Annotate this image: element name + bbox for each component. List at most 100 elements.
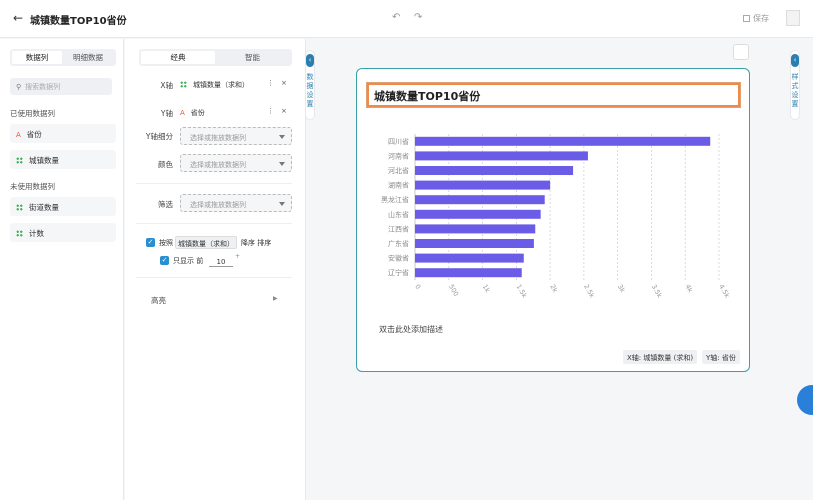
y-tick-label: 湖南省: [388, 181, 409, 190]
field-item-street-count[interactable]: 街道数量: [10, 197, 116, 216]
style-settings-tab[interactable]: ‹ 样式设置: [790, 50, 800, 120]
topn-prefix: 只显示 前: [173, 257, 204, 265]
bar: [415, 166, 574, 175]
more-icon[interactable]: [786, 10, 800, 26]
x-axis-field-pill[interactable]: 城镇数量（求和） ⋮ ×: [180, 77, 294, 92]
x-tick-label: 3k: [616, 283, 627, 294]
field-item-town-count[interactable]: 城镇数量: [10, 150, 116, 169]
tab-detail-data[interactable]: 明细数据: [62, 51, 114, 64]
chart-config-panel: 经典 智能 X轴 城镇数量（求和） ⋮ × Y轴 A 省份 ⋮ × Y轴细分 选择或拖放数…: [125, 39, 306, 500]
x-tick-label: 2k: [548, 283, 559, 294]
tab-smart[interactable]: 智能: [215, 51, 290, 64]
y-tick-label: 辽宁省: [388, 268, 409, 277]
back-arrow-icon[interactable]: ←: [13, 11, 23, 25]
y-tick-label: 广东省: [388, 239, 409, 248]
sort-order[interactable]: 降序 排序: [241, 238, 271, 248]
x-tick-label: 1.5k: [515, 283, 529, 299]
x-tick-label: 0: [413, 283, 422, 291]
x-tick-label: 3.5k: [650, 283, 664, 299]
more-options-icon[interactable]: ⋮: [267, 79, 274, 87]
bar: [415, 136, 711, 146]
top-bar: ← 城镇数量TOP10省份 ↶ ↷ 保存: [0, 0, 813, 38]
number-type-icon: [180, 81, 187, 88]
divider: [136, 223, 292, 224]
x-tick-label: 4.5k: [717, 283, 731, 299]
bar: [415, 209, 541, 219]
sort-field-select[interactable]: 城镇数量（求和）: [175, 236, 237, 249]
tab-classic[interactable]: 经典: [141, 51, 215, 64]
config-tabs: 经典 智能: [139, 49, 292, 66]
field-label: 省份: [26, 130, 42, 139]
bar: [415, 239, 534, 248]
y-axis-label: Y轴: [160, 109, 173, 118]
x-axis-label: X轴: [160, 81, 173, 90]
x-tick-label: 4k: [683, 283, 694, 294]
topn-input[interactable]: 10: [209, 258, 233, 267]
save-label: 保存: [753, 14, 769, 23]
color-label: 颜色: [158, 160, 173, 169]
color-dropdown[interactable]: 选择或拖放数据列: [180, 154, 292, 172]
number-type-icon: [16, 157, 23, 164]
fullscreen-icon[interactable]: [733, 44, 749, 60]
unused-columns-title: 未使用数据列: [10, 182, 55, 191]
x-tick-label: 2.5k: [582, 283, 596, 299]
bar-chart: 0 500 1k 1.5k 2k 2.5k 3k 3.5k 4k 4.5k 四川省河南省河北省湖南省…: [381, 134, 731, 299]
x-axis-value: 城镇数量（求和）: [193, 81, 249, 89]
highlight-label[interactable]: 高亮: [151, 295, 166, 306]
used-columns-title: 已使用数据列: [10, 109, 55, 118]
filter-dropdown[interactable]: 选择或拖放数据列: [180, 194, 292, 212]
y-tick-label: 安徽省: [388, 254, 409, 263]
remove-icon[interactable]: ×: [281, 107, 287, 115]
y-tick-label: 河南省: [388, 151, 409, 160]
save-button[interactable]: 保存: [743, 13, 769, 24]
remove-icon[interactable]: ×: [281, 79, 287, 87]
more-options-icon[interactable]: ⋮: [267, 107, 274, 115]
field-label: 街道数量: [29, 203, 59, 212]
chart-description[interactable]: 双击此处添加描述: [379, 324, 443, 335]
sort-prefix: 按照: [159, 239, 173, 247]
y-tick-label: 山东省: [388, 210, 409, 219]
search-placeholder: 搜索数据列: [25, 83, 61, 91]
help-fab-button[interactable]: [797, 385, 813, 415]
number-type-icon: [16, 230, 23, 237]
y-tick-label: 四川省: [388, 137, 409, 146]
bar: [415, 253, 524, 263]
y-tick-label: 江西省: [388, 224, 409, 233]
expand-arrow-icon[interactable]: ▶: [273, 295, 278, 302]
search-icon: ⚲: [16, 83, 22, 91]
x-tick-label: 500: [447, 283, 460, 298]
x-tick-label: 1k: [481, 283, 492, 294]
y-axis-field-pill[interactable]: A 省份 ⋮ ×: [180, 105, 294, 120]
search-input[interactable]: ⚲ 搜索数据列: [10, 78, 112, 95]
data-settings-label: 数据设置: [306, 73, 314, 108]
chart-title[interactable]: 城镇数量TOP10省份: [366, 82, 741, 108]
number-type-icon: [16, 204, 23, 211]
topn-checkbox[interactable]: ✓: [160, 256, 169, 265]
page-title: 城镇数量TOP10省份: [30, 16, 127, 27]
chevron-left-icon: ‹: [791, 54, 799, 67]
bar: [415, 151, 588, 161]
field-item-count[interactable]: 计数: [10, 223, 116, 242]
redo-icon[interactable]: ↷: [414, 12, 422, 23]
undo-icon[interactable]: ↶: [392, 12, 400, 23]
chart-card[interactable]: 城镇数量TOP10省份 0 500 1k 1.5k 2k 2.5k 3k 3.5k 4k 4.5k…: [356, 68, 750, 372]
save-icon: [743, 15, 750, 22]
bar: [415, 195, 545, 205]
y-axis-tag: Y轴: 省份: [702, 350, 740, 364]
left-tabs: 数据列 明细数据: [10, 49, 116, 66]
text-type-icon: A: [180, 109, 185, 117]
filter-label: 筛选: [158, 200, 173, 209]
divider: [136, 277, 292, 278]
y-sub-dropdown[interactable]: 选择或拖放数据列: [180, 127, 292, 145]
field-label: 城镇数量: [29, 156, 59, 165]
style-settings-label: 样式设置: [791, 73, 799, 108]
chevron-left-icon: ‹: [306, 54, 314, 67]
field-item-province[interactable]: A 省份: [10, 124, 116, 143]
sort-checkbox[interactable]: ✓: [146, 238, 155, 247]
data-settings-tab[interactable]: ‹ 数据设置: [305, 50, 315, 120]
data-column-panel: 数据列 明细数据 ⚲ 搜索数据列 已使用数据列 A 省份 城镇数量 未使用数据列 街…: [0, 39, 124, 500]
stepper-icon[interactable]: +: [235, 253, 240, 260]
divider: [136, 183, 292, 184]
bar: [415, 268, 522, 278]
tab-data-columns[interactable]: 数据列: [12, 51, 62, 64]
